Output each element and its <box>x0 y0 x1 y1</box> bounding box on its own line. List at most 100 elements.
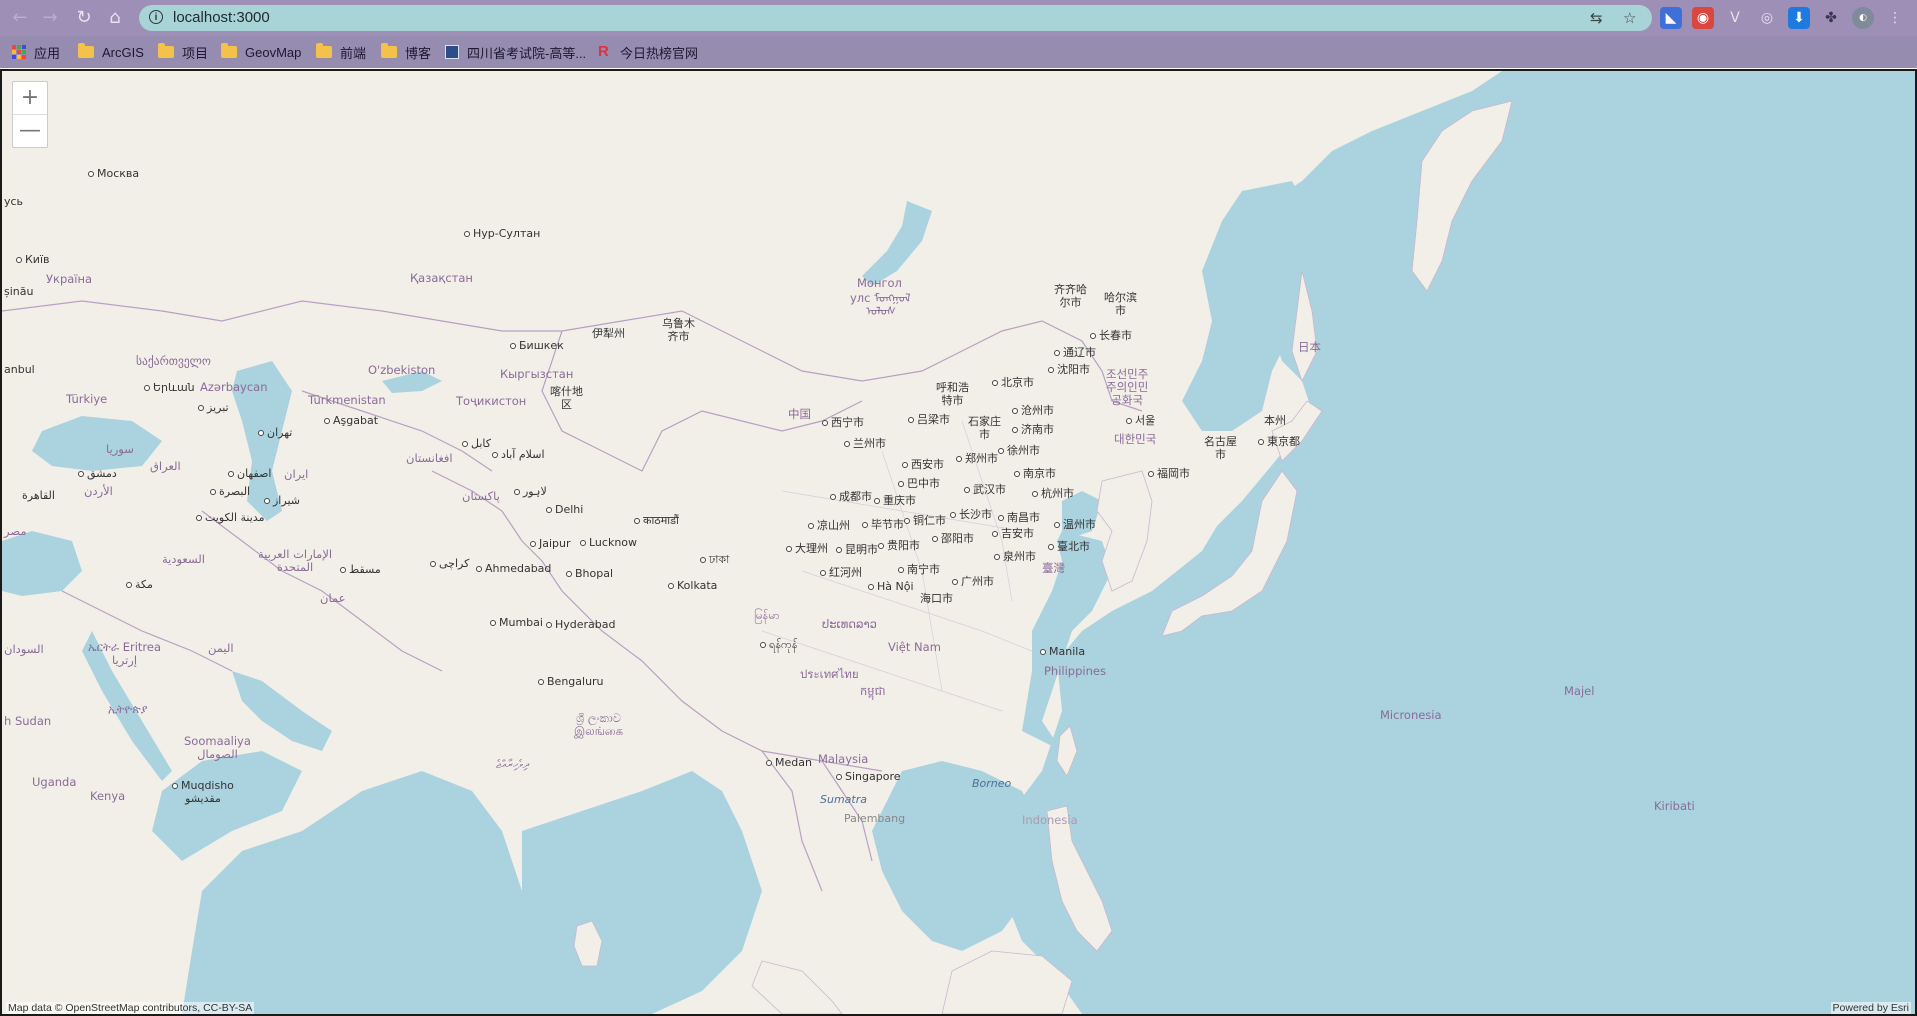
city-label: 广州市 <box>952 575 994 588</box>
browser-toolbar: ← → ↻ ⌂ i localhost:3000 ⇆ ☆ ◣ ◉ V ◎ ⬇ ✤… <box>0 0 1917 36</box>
url-text[interactable]: localhost:3000 <box>173 9 270 26</box>
city-label: 西安市 <box>902 458 944 471</box>
back-icon[interactable]: ← <box>8 6 32 30</box>
city-label: 吉安市 <box>992 527 1034 540</box>
city-label: Jaipur <box>530 537 571 550</box>
country-label: اليمن <box>208 641 234 655</box>
city-label: Aşgabat <box>324 414 378 427</box>
zoom-in-button[interactable]: + <box>13 82 47 114</box>
bookmark-apps[interactable]: 应用 <box>12 42 60 62</box>
extension-icon[interactable]: V <box>1724 7 1746 29</box>
puzzle-icon[interactable]: ✤ <box>1820 7 1842 29</box>
site-info-icon[interactable]: i <box>149 10 163 24</box>
city-label: Manila <box>1040 645 1085 658</box>
city-label: مكة <box>126 578 153 591</box>
city-label: Hyderabad <box>546 618 616 631</box>
site-favicon-icon <box>445 45 459 59</box>
country-label: ایران <box>284 467 309 481</box>
bookmark-folder[interactable]: ArcGIS <box>78 42 144 62</box>
country-label: Philippines <box>1044 664 1106 678</box>
country-label: Malaysia <box>818 752 869 766</box>
reload-icon[interactable]: ↻ <box>72 6 96 30</box>
city-label: 徐州市 <box>998 444 1040 457</box>
menu-icon[interactable]: ⋮ <box>1884 7 1906 29</box>
country-label: Majel <box>1564 684 1595 698</box>
city-label: کراچی <box>430 557 469 570</box>
city-label: Бишкек <box>510 339 564 352</box>
city-label: 石家庄 市 <box>968 415 1001 441</box>
esri-attribution: Powered by Esri <box>1830 1002 1911 1014</box>
city-label: Lucknow <box>580 536 637 549</box>
country-label: 대한민국 <box>1114 432 1157 446</box>
city-label: anbul <box>4 363 35 376</box>
city-label: ঢাকা <box>700 553 729 566</box>
extension-icon[interactable]: ◉ <box>1692 7 1714 29</box>
bookmark-star-icon[interactable]: ☆ <box>1623 9 1636 27</box>
island-label: Sumatra <box>820 793 867 806</box>
city-label: 南京市 <box>1014 467 1056 480</box>
country-label: Монгол <box>857 276 902 290</box>
country-label: ᠤᠯᠤᠰ <box>866 304 896 318</box>
avatar[interactable]: ◐ <box>1852 7 1874 29</box>
city-label: 毕节市 <box>862 518 904 531</box>
bookmark-label: 博客 <box>405 45 432 61</box>
map-view[interactable]: + — Москва усь Київ Україна șinău anbul … <box>0 69 1917 1016</box>
address-bar[interactable]: i localhost:3000 ⇆ ☆ <box>139 5 1652 31</box>
site-favicon-icon: R <box>598 43 609 60</box>
bookmark-folder[interactable]: 博客 <box>381 42 431 62</box>
city-label: 重庆市 <box>874 494 916 507</box>
bookmark-site[interactable]: R 今日热榜官网 <box>598 42 698 62</box>
bookmark-site[interactable]: 四川省考试院-高等... <box>445 42 586 62</box>
country-label: Türkiye <box>66 392 108 406</box>
city-label: Москва <box>88 167 139 180</box>
place-label: 本州 <box>1264 414 1286 427</box>
city-label: 海口市 <box>920 592 953 605</box>
country-label: Indonesia <box>1022 813 1078 827</box>
city-label: șinău <box>4 285 34 298</box>
city-label: البصرة <box>210 485 250 498</box>
translate-icon[interactable]: ⇆ <box>1590 9 1603 27</box>
city-label: 郑州市 <box>956 452 998 465</box>
country-label: Кыргызстан <box>500 367 574 381</box>
city-label: Medan <box>766 756 812 769</box>
extension-icon[interactable]: ◣ <box>1660 7 1682 29</box>
country-label: پاکستان <box>462 489 500 503</box>
extension-icon[interactable]: ⬇ <box>1788 7 1810 29</box>
country-label: 臺灣 <box>1042 561 1065 575</box>
country-label: საქართველო <box>136 354 211 368</box>
city-label: 福岡市 <box>1148 467 1190 480</box>
country-label: ประเทศไทย <box>800 667 859 681</box>
city-label: 西宁市 <box>822 416 864 429</box>
city-label: Нур-Султан <box>464 227 540 240</box>
bookmark-folder[interactable]: 前端 <box>316 42 366 62</box>
extension-icon[interactable]: ◎ <box>1756 7 1778 29</box>
city-label: 沈阳市 <box>1048 363 1090 376</box>
city-label: 哈尔滨 市 <box>1104 291 1137 317</box>
country-label: Kenya <box>90 789 126 803</box>
bookmarks-bar: 应用 ArcGIS 项目 GeovMap 前端 博客 四川省考试院-高等... … <box>0 36 1917 68</box>
city-label: 名古屋 市 <box>1204 435 1237 461</box>
place-label: усь <box>4 195 24 208</box>
city-label: 通辽市 <box>1054 346 1096 359</box>
map-attribution: Map data © OpenStreetMap contributors, C… <box>6 1002 255 1014</box>
city-label: 凉山州 <box>808 519 850 532</box>
city-label: 昆明市 <box>836 543 878 556</box>
country-label: Қазақстан <box>410 271 473 285</box>
city-label: 铜仁市 <box>904 514 946 527</box>
country-label: 日本 <box>1298 340 1321 354</box>
city-label: 乌鲁木 齐市 <box>662 317 695 343</box>
forward-icon[interactable]: → <box>38 6 62 30</box>
zoom-out-button[interactable]: — <box>13 114 47 147</box>
home-icon[interactable]: ⌂ <box>103 6 127 30</box>
country-label: ශ්‍රී ලංකාව இலங்கை <box>574 711 624 738</box>
city-label: تبریز <box>198 401 229 414</box>
country-label: افغانستان <box>406 451 453 465</box>
country-label: Тоҷикистон <box>456 394 527 408</box>
city-label: Mumbai <box>490 616 543 629</box>
bookmark-label: 应用 <box>34 45 61 61</box>
city-label: 贵阳市 <box>878 539 920 552</box>
country-label: العراق <box>150 459 181 473</box>
city-label: 大理州 <box>786 542 828 555</box>
bookmark-folder[interactable]: 项目 <box>158 42 208 62</box>
bookmark-folder[interactable]: GeovMap <box>221 42 301 62</box>
